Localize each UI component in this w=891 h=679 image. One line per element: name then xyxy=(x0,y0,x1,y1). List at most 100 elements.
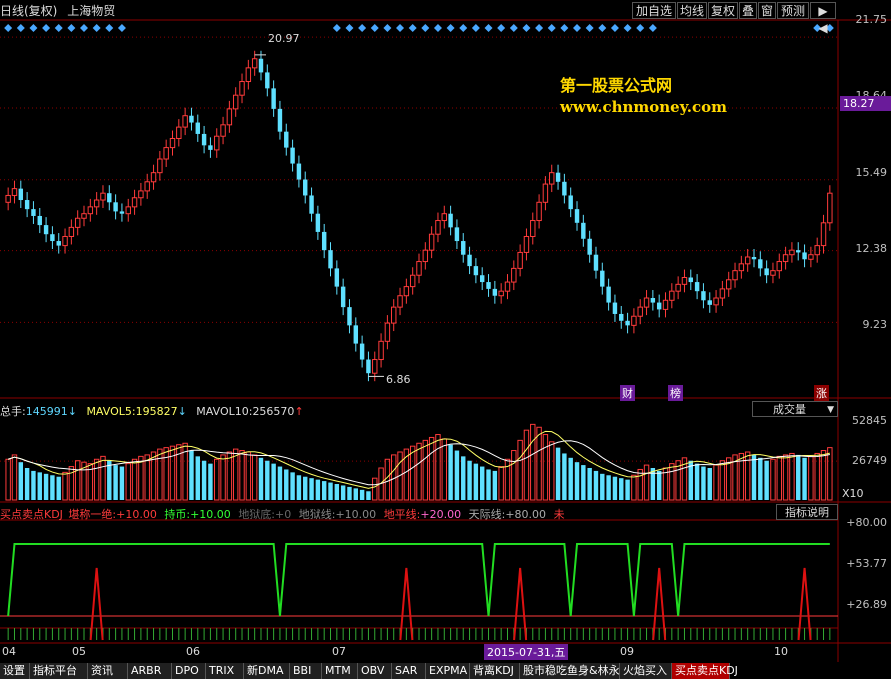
tab-10[interactable]: SAR xyxy=(392,663,426,679)
candle-body xyxy=(606,286,611,303)
x-label-10: 10 xyxy=(774,645,788,658)
header-button-0[interactable]: 加自选 xyxy=(632,2,676,19)
candle-body xyxy=(776,261,782,272)
candle-body xyxy=(303,179,308,196)
volume-bar xyxy=(643,464,650,501)
candle-body xyxy=(296,163,302,180)
tab-4[interactable]: DPO xyxy=(172,663,206,679)
tab-3[interactable]: ARBR xyxy=(128,663,172,679)
volume-bar xyxy=(107,460,112,500)
volume-bar xyxy=(568,457,573,500)
price-tick-1: 21.75 xyxy=(855,13,888,26)
candle-body xyxy=(669,290,675,301)
ind-line6-label: 天际线: xyxy=(468,508,506,521)
volume-bar xyxy=(492,470,498,500)
volume-bar xyxy=(334,484,340,500)
signal-diamond xyxy=(636,24,645,32)
tab-0[interactable]: 设置 xyxy=(0,663,30,679)
header-button-6[interactable]: ▶ ◀ xyxy=(810,2,836,35)
header-button-4[interactable]: 窗 xyxy=(758,2,776,19)
tab-15[interactable]: 买点卖点KDJ xyxy=(672,663,738,679)
header-button-2[interactable]: 复权 xyxy=(708,2,738,19)
mavol5-line xyxy=(7,430,830,489)
tab-9[interactable]: OBV xyxy=(358,663,392,679)
candle-body xyxy=(416,261,422,276)
signal-diamond xyxy=(396,24,405,32)
candle-body xyxy=(473,266,479,276)
candle-body xyxy=(530,220,536,237)
signal-diamond xyxy=(92,24,101,32)
mavol10-label: MAVOL10: xyxy=(196,405,253,418)
ind-tick-1: +80.00 xyxy=(846,516,887,529)
volume-bar xyxy=(214,458,220,501)
indicator-title: 买点卖点KDJ xyxy=(0,508,63,521)
volume-bar xyxy=(612,476,618,500)
volume-bar xyxy=(637,468,643,501)
tab-12[interactable]: 背离KDJ xyxy=(470,663,520,679)
candle-body xyxy=(422,249,429,263)
candle-body xyxy=(87,206,94,215)
signal-diamond xyxy=(446,24,455,32)
tab-11[interactable]: EXPMA xyxy=(426,663,470,679)
volume-bar xyxy=(435,434,441,501)
candle-body xyxy=(593,254,599,271)
tab-6[interactable]: 新DMA xyxy=(244,663,290,679)
volume-bar xyxy=(24,468,30,500)
ind-line3-label: 地狱底: xyxy=(238,508,276,521)
high-price-label: 20.97 xyxy=(268,32,300,45)
volume-bar xyxy=(593,470,599,500)
candle-body xyxy=(600,270,605,287)
tab-14[interactable]: 火焰买入 xyxy=(620,663,672,679)
volume-bar xyxy=(372,477,378,501)
volume-bar xyxy=(347,486,352,500)
candle-body xyxy=(334,268,340,287)
candle-body xyxy=(574,209,580,223)
volume-bar xyxy=(562,453,567,500)
signal-diamond xyxy=(459,24,468,32)
volume-bar xyxy=(315,479,321,500)
candle-body xyxy=(688,277,693,283)
volume-bar xyxy=(277,466,283,500)
ind-line7-label: 未 xyxy=(553,508,565,521)
candle-body xyxy=(138,190,144,199)
volume-bar xyxy=(461,456,466,500)
tab-8[interactable]: MTM xyxy=(322,663,358,679)
tab-5[interactable]: TRIX xyxy=(206,663,244,679)
volume-bar xyxy=(384,458,391,501)
signal-diamond xyxy=(4,24,13,32)
volume-bar xyxy=(669,463,675,501)
chart-canvas xyxy=(0,19,891,662)
candle-body xyxy=(31,209,36,216)
signal-diamond xyxy=(42,24,51,32)
volume-bar xyxy=(328,482,333,500)
x-label-04: 04 xyxy=(2,645,16,658)
tab-2[interactable]: 资讯 xyxy=(88,663,128,679)
volume-dropdown[interactable]: 成交量 ▼ xyxy=(752,401,838,417)
candle-body xyxy=(24,200,30,210)
tab-7[interactable]: BBI xyxy=(290,663,322,679)
header-button-3[interactable]: 叠 xyxy=(739,2,757,19)
candle-body xyxy=(258,58,264,73)
volume-bar xyxy=(31,470,36,500)
candle-body xyxy=(232,94,239,110)
header-button-1[interactable]: 均线 xyxy=(677,2,707,19)
volume-bar xyxy=(138,455,144,501)
indicator-help-button[interactable]: 指标说明 xyxy=(776,504,838,520)
header-button-5[interactable]: 预测 xyxy=(777,2,809,19)
tab-1[interactable]: 指标平台 xyxy=(30,663,88,679)
volume-bar xyxy=(796,454,801,500)
signal-diamond xyxy=(560,24,569,32)
candle-body xyxy=(820,222,827,247)
volume-bar xyxy=(353,488,359,500)
volume-bar xyxy=(157,448,163,501)
candle-body xyxy=(251,58,258,69)
volume-bar xyxy=(701,466,706,500)
tab-13[interactable]: 股市稳吃鱼身&林永 xyxy=(520,663,620,679)
candle-body xyxy=(827,192,833,224)
candle-body xyxy=(169,137,176,149)
candle-body xyxy=(498,290,504,297)
volume-bar xyxy=(428,436,435,501)
volume-bar xyxy=(764,460,769,500)
signal-diamond xyxy=(105,24,114,32)
candle-body xyxy=(435,220,441,235)
